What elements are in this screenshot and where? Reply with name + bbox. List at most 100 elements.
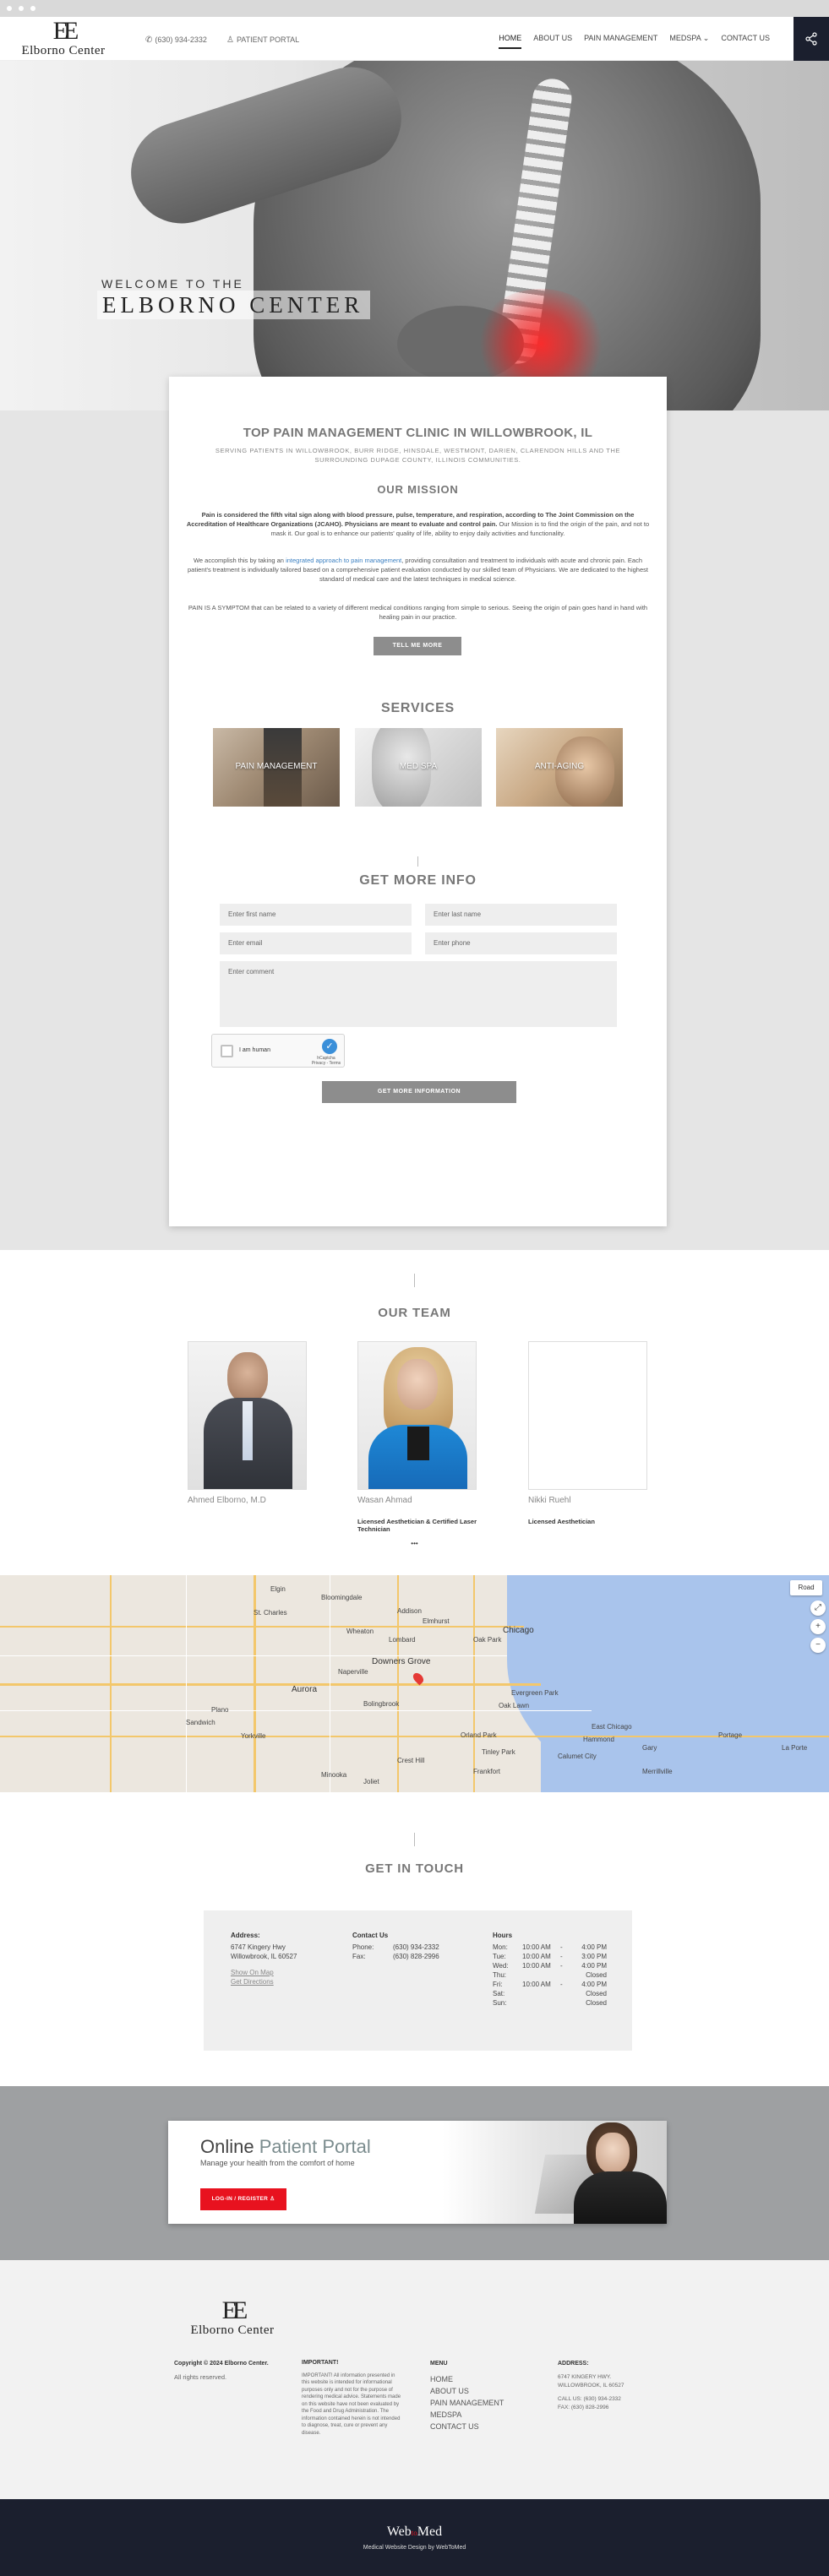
photo-top bbox=[407, 1427, 429, 1460]
hours-open bbox=[522, 1998, 560, 2008]
service-med-spa[interactable]: MED SPA bbox=[355, 728, 482, 807]
logo[interactable]: EE Elborno Center bbox=[8, 19, 118, 58]
map-town: Oak Lawn bbox=[499, 1702, 530, 1709]
contact-head: Contact Us bbox=[352, 1932, 389, 1939]
nav-pain-management[interactable]: PAIN MANAGEMENT bbox=[584, 34, 657, 49]
copyright-text: Copyright © 2024 Elborno Center. bbox=[174, 2361, 269, 2367]
footer-menu: MENU HOME ABOUT US PAIN MANAGEMENT MEDSP… bbox=[430, 2360, 540, 2432]
phone-field[interactable]: Enter phone bbox=[425, 932, 617, 954]
webtomed-logo-to: to bbox=[411, 2529, 417, 2537]
nav-home[interactable]: HOME bbox=[499, 34, 522, 49]
team-photo-1[interactable] bbox=[188, 1341, 307, 1490]
team-name-3: Nikki Ruehl bbox=[528, 1496, 571, 1505]
hours-row: Thu: Closed bbox=[493, 1970, 607, 1980]
hours-row: Sat: Closed bbox=[493, 1989, 607, 1998]
hero-welcome: WELCOME TO THE bbox=[101, 277, 244, 291]
hours-close: 4:00 PM bbox=[581, 1962, 607, 1970]
team-photo-2[interactable] bbox=[357, 1341, 477, 1490]
footer-nav-pain-management[interactable]: PAIN MANAGEMENT bbox=[430, 2397, 540, 2409]
hours-sep: - bbox=[560, 1981, 563, 1988]
hours-day: Mon: bbox=[493, 1943, 508, 1951]
share-icon bbox=[805, 32, 817, 46]
get-directions-link[interactable]: Get Directions bbox=[231, 1977, 297, 1986]
hours-column: Hours Mon: 10:00 AM - 4:00 PM Tue: 10:00 AM -… bbox=[493, 1931, 607, 2008]
comment-field[interactable]: Enter comment bbox=[220, 961, 617, 1027]
footer-nav-about-us[interactable]: ABOUT US bbox=[430, 2385, 540, 2397]
map-town: Aurora bbox=[292, 1685, 318, 1694]
map-town: Tinley Park bbox=[482, 1748, 515, 1756]
window-dot-icon[interactable] bbox=[7, 6, 12, 11]
first-name-field[interactable]: Enter first name bbox=[220, 904, 412, 926]
service-pain-management[interactable]: PAIN MANAGEMENT bbox=[213, 728, 340, 807]
footer-nav-home[interactable]: HOME bbox=[430, 2373, 540, 2385]
nav-contact-us[interactable]: CONTACT US bbox=[721, 34, 770, 49]
hours-open: 10:00 AM bbox=[522, 1943, 551, 1951]
map-town: Wheaton bbox=[346, 1628, 374, 1635]
hours-sep: - bbox=[560, 1962, 563, 1970]
mission-paragraph-1: Pain is considered the fifth vital sign … bbox=[169, 510, 667, 538]
phone-link[interactable]: ✆ (630) 934-2332 bbox=[145, 35, 207, 45]
integrated-approach-link[interactable]: integrated approach to pain management bbox=[286, 557, 401, 564]
fullscreen-icon[interactable]: ⤢ bbox=[810, 1600, 826, 1616]
window-dot-icon[interactable] bbox=[19, 6, 24, 11]
footer-copyright: Copyright © 2024 Elborno Center. All rig… bbox=[174, 2360, 292, 2382]
road bbox=[0, 1655, 507, 1656]
hours-day: Fri: bbox=[493, 1981, 503, 1988]
map-town: Evergreen Park bbox=[511, 1689, 559, 1697]
footer-nav-contact-us[interactable]: CONTACT US bbox=[430, 2421, 540, 2432]
hours-row: Wed: 10:00 AM - 4:00 PM bbox=[493, 1961, 607, 1970]
last-name-field[interactable]: Enter last name bbox=[425, 904, 617, 926]
portal-title-a: Online bbox=[200, 2136, 259, 2157]
hours-day: Thu: bbox=[493, 1971, 507, 1979]
zoom-out-icon[interactable]: − bbox=[810, 1638, 826, 1653]
email-field[interactable]: Enter email bbox=[220, 932, 412, 954]
fax-value: (630) 828-2996 bbox=[393, 1953, 439, 1960]
login-register-label: LOG-IN / REGISTER bbox=[211, 2196, 269, 2202]
photo-face bbox=[227, 1352, 268, 1403]
map[interactable]: Bloomingdale Wheaton Oak Park Chicago Lo… bbox=[0, 1575, 829, 1792]
hours-open bbox=[522, 1989, 560, 1998]
tell-me-more-button[interactable]: TELL ME MORE bbox=[374, 637, 461, 655]
footer-logo[interactable]: EE Elborno Center bbox=[177, 2298, 287, 2338]
map-town: Crest Hill bbox=[397, 1757, 425, 1764]
photo-face bbox=[397, 1359, 438, 1410]
logo-text: Elborno Center bbox=[21, 44, 106, 57]
patient-portal-text: PATIENT PORTAL bbox=[236, 35, 300, 44]
share-button[interactable] bbox=[794, 17, 829, 61]
footer-important: IMPORTANT! IMPORTANT! All information pr… bbox=[302, 2360, 403, 2437]
service-anti-aging[interactable]: ANTI-AGING bbox=[496, 728, 623, 807]
team-pagination[interactable]: ••• bbox=[0, 1540, 829, 1547]
map-town: Minooka bbox=[321, 1771, 347, 1779]
team-role-2: Licensed Aesthetician & Certified Laser … bbox=[357, 1518, 477, 1533]
hours-row: Fri: 10:00 AM - 4:00 PM bbox=[493, 1980, 607, 1989]
patient-portal-link[interactable]: ♙ PATIENT PORTAL bbox=[226, 35, 299, 45]
webtomed-credit[interactable]: Medical Website Design by WebToMed bbox=[0, 2545, 829, 2551]
phone-label: Phone: bbox=[352, 1943, 374, 1951]
map-type-button[interactable]: Road bbox=[790, 1580, 822, 1595]
zoom-in-icon[interactable]: + bbox=[810, 1619, 826, 1634]
hours-sep bbox=[560, 1989, 573, 1998]
nav-medspa[interactable]: MEDSPA ⌄ bbox=[669, 34, 709, 49]
nav-about-us[interactable]: ABOUT US bbox=[533, 34, 572, 49]
map-town: Bolingbrook bbox=[363, 1700, 400, 1708]
footer-nav-medspa[interactable]: MEDSPA bbox=[430, 2409, 540, 2421]
window-dot-icon[interactable] bbox=[30, 6, 35, 11]
intro-subtitle-line1: SERVING PATIENTS IN WILLOWBROOK, BURR RI… bbox=[215, 447, 621, 454]
map-town: Calumet City bbox=[558, 1753, 597, 1760]
site-footer: EE Elborno Center Copyright © 2024 Elbor… bbox=[0, 2260, 829, 2499]
captcha-links[interactable]: Privacy - Terms bbox=[310, 1061, 342, 1066]
phone-value[interactable]: (630) 934-2332 bbox=[393, 1943, 461, 1952]
team-photo-3[interactable] bbox=[528, 1341, 647, 1490]
hours-sep: - bbox=[560, 1943, 563, 1951]
form-title: GET MORE INFO bbox=[359, 873, 477, 888]
webtomed-logo[interactable]: WebtoMed bbox=[0, 2524, 829, 2540]
hours-open: 10:00 AM bbox=[522, 1981, 551, 1988]
login-register-button[interactable]: LOG-IN / REGISTER ♙ bbox=[200, 2188, 286, 2210]
get-more-information-button[interactable]: GET MORE INFORMATION bbox=[322, 1081, 516, 1103]
menu-head: MENU bbox=[430, 2361, 448, 2367]
service-label: ANTI-AGING bbox=[534, 762, 585, 771]
captcha-checkbox[interactable] bbox=[221, 1045, 233, 1057]
show-on-map-link[interactable]: Show On Map bbox=[231, 1968, 297, 1977]
hours-close: 4:00 PM bbox=[581, 1981, 607, 1988]
footer-call[interactable]: CALL US: (630) 934-2332 bbox=[558, 2395, 676, 2404]
